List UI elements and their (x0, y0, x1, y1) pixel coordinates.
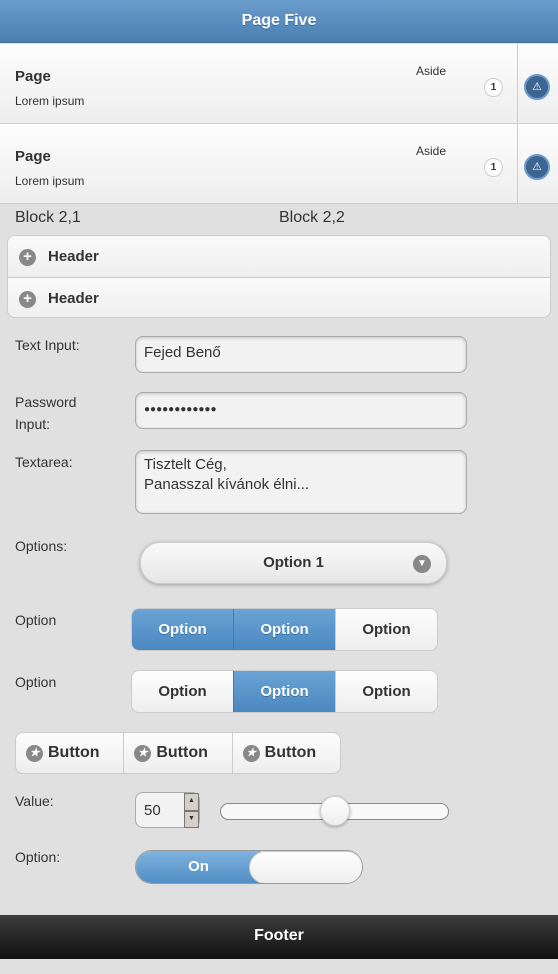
count-bubble: 1 (484, 78, 503, 97)
list-item-subtitle: Lorem ipsum (15, 174, 85, 188)
value-label: Value: (15, 793, 54, 809)
option-group-label: Option (15, 612, 57, 628)
slider-handle[interactable] (319, 796, 350, 826)
value-number-input[interactable]: 50 ▲ ▼ (135, 792, 200, 828)
plus-icon: + (19, 291, 36, 308)
page-header: Page Five (0, 0, 558, 43)
collapsible-set: + Header + Header (7, 235, 551, 318)
list-item-title: Page (15, 148, 51, 165)
spin-down-icon[interactable]: ▼ (184, 810, 199, 828)
page-footer: Footer (0, 915, 558, 959)
list-item-title: Page (15, 68, 51, 85)
option-group-label: Option (15, 674, 57, 690)
grid-block-2-1: Block 2,1 (15, 209, 81, 226)
flip-switch-handle[interactable] (249, 851, 362, 883)
chevron-down-icon: ▼ (413, 555, 431, 573)
alert-icon[interactable]: ⚠ (524, 154, 550, 180)
option-button[interactable]: Option (132, 609, 233, 650)
button-group: ★ Button ★ Button ★ Button (15, 732, 341, 774)
option-group-2: Option Option Option (131, 670, 438, 713)
option-button[interactable]: Option (233, 671, 335, 712)
flip-switch[interactable]: On (135, 850, 363, 884)
collapsible-header[interactable]: + Header (8, 277, 550, 317)
textarea[interactable]: Tisztelt Cég, Panasszal kívánok élni... (135, 450, 467, 514)
plus-icon: + (19, 249, 36, 266)
count-bubble: 1 (484, 158, 503, 177)
star-icon: ★ (242, 744, 260, 762)
text-input[interactable]: Fejed Benő (135, 336, 467, 373)
options-select[interactable]: Option 1 ▼ (140, 542, 447, 584)
star-button[interactable]: ★ Button (231, 733, 340, 773)
grid-block-2-2: Block 2,2 (279, 209, 345, 226)
list-item-aside: Aside (416, 144, 447, 158)
list-item[interactable]: Page Lorem ipsum Aside 1 ⚠ (0, 124, 558, 204)
alert-icon[interactable]: ⚠ (524, 74, 550, 100)
text-input-label: Text Input: (15, 337, 80, 353)
option-button[interactable]: Option (335, 609, 437, 650)
option-button[interactable]: Option (233, 609, 335, 650)
option-button[interactable]: Option (335, 671, 437, 712)
password-input[interactable]: ●●●●●●●●●●●● (135, 392, 467, 429)
flip-switch-on-label: On (136, 851, 261, 883)
star-button[interactable]: ★ Button (16, 733, 123, 773)
list-item-aside: Aside (416, 64, 447, 78)
password-input-label: Password Input: (15, 394, 77, 432)
list-item[interactable]: Page Lorem ipsum Aside 1 ⚠ (0, 44, 558, 124)
option-button[interactable]: Option (132, 671, 233, 712)
textarea-label: Textarea: (15, 454, 73, 470)
spin-up-icon[interactable]: ▲ (184, 793, 199, 811)
collapsible-header[interactable]: + Header (8, 236, 550, 277)
options-label: Options: (15, 538, 68, 554)
star-button[interactable]: ★ Button (123, 733, 231, 773)
option-group-1: Option Option Option (131, 608, 438, 651)
star-icon: ★ (26, 744, 43, 762)
flip-switch-label: Option: (15, 849, 61, 865)
list-item-subtitle: Lorem ipsum (15, 94, 85, 108)
star-icon: ★ (134, 744, 152, 762)
